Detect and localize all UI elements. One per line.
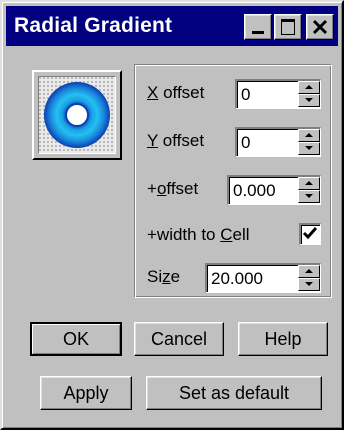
size-value: 20.000 bbox=[211, 269, 263, 288]
size-field[interactable]: 20.000 bbox=[205, 263, 321, 293]
size-label: Size bbox=[147, 267, 181, 286]
y-offset-field[interactable]: 0 bbox=[235, 127, 321, 157]
radial-ring-preview-icon bbox=[39, 77, 115, 153]
plus-offset-label: +offset bbox=[147, 179, 199, 198]
plus-offset-value: 0.000 bbox=[233, 181, 276, 200]
cancel-button[interactable]: Cancel bbox=[134, 322, 224, 356]
y-offset-spinner[interactable] bbox=[298, 129, 320, 156]
minimize-button[interactable] bbox=[244, 14, 272, 40]
size-up-button[interactable] bbox=[298, 265, 320, 278]
x-offset-up-button[interactable] bbox=[298, 81, 320, 94]
size-down-button[interactable] bbox=[298, 278, 320, 291]
plus-offset-down-button[interactable] bbox=[298, 190, 320, 203]
preview-canvas bbox=[38, 76, 116, 154]
x-offset-down-button[interactable] bbox=[298, 94, 320, 107]
y-offset-label: Y offset bbox=[147, 131, 205, 150]
plus-offset-up-button[interactable] bbox=[298, 177, 320, 190]
plus-offset-field[interactable]: 0.000 bbox=[227, 175, 321, 205]
size-spinner[interactable] bbox=[298, 265, 320, 292]
arrow-up-icon bbox=[305, 133, 313, 137]
plus-offset-spinner[interactable] bbox=[298, 177, 320, 204]
window-title: Radial Gradient bbox=[14, 14, 173, 37]
arrow-up-icon bbox=[305, 181, 313, 185]
settings-group: X offset 0 Y offset 0 +offset 0.000 +wid… bbox=[134, 64, 332, 298]
radial-gradient-dialog: Radial Gradient X offset 0 Y offset 0 +o… bbox=[0, 0, 344, 430]
y-offset-up-button[interactable] bbox=[298, 129, 320, 142]
width-to-cell-checkbox[interactable] bbox=[299, 223, 321, 245]
checkmark-icon bbox=[302, 227, 318, 240]
arrow-down-icon bbox=[305, 146, 313, 150]
x-offset-label: X offset bbox=[147, 83, 205, 102]
arrow-down-icon bbox=[305, 98, 313, 102]
arrow-down-icon bbox=[305, 194, 313, 198]
arrow-up-icon bbox=[305, 85, 313, 89]
maximize-icon bbox=[281, 19, 295, 35]
maximize-button[interactable] bbox=[274, 14, 302, 40]
y-offset-value: 0 bbox=[241, 133, 251, 152]
close-icon bbox=[312, 19, 328, 35]
y-offset-down-button[interactable] bbox=[298, 142, 320, 155]
x-offset-value: 0 bbox=[241, 85, 251, 104]
help-button[interactable]: Help bbox=[238, 322, 328, 356]
close-button[interactable] bbox=[306, 14, 334, 40]
title-bar[interactable]: Radial Gradient bbox=[6, 6, 338, 46]
arrow-up-icon bbox=[305, 269, 313, 273]
arrow-down-icon bbox=[305, 282, 313, 286]
set-as-default-button[interactable]: Set as default bbox=[146, 376, 322, 410]
x-offset-field[interactable]: 0 bbox=[235, 79, 321, 109]
minimize-icon bbox=[252, 31, 264, 34]
apply-button[interactable]: Apply bbox=[40, 376, 132, 410]
width-to-cell-label: +width to Cell bbox=[147, 225, 250, 244]
x-offset-spinner[interactable] bbox=[298, 81, 320, 108]
ok-button[interactable]: OK bbox=[30, 322, 122, 356]
gradient-preview bbox=[32, 70, 122, 160]
